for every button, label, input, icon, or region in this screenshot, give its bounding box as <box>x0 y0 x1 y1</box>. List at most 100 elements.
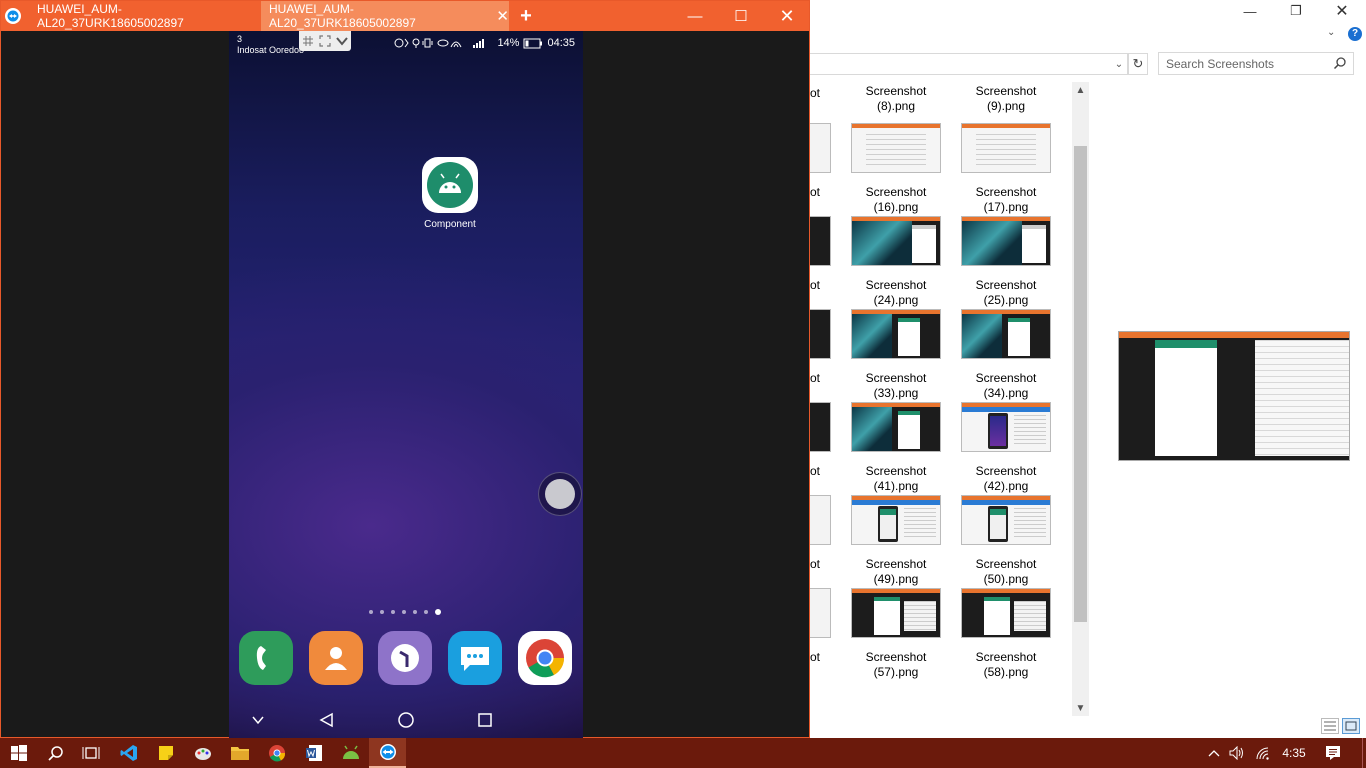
close-button[interactable]: ✕ <box>764 1 810 31</box>
messages-app-icon[interactable] <box>448 631 502 685</box>
start-button[interactable] <box>0 738 37 768</box>
thumbnail-image <box>851 309 941 359</box>
partial-thumbnail[interactable] <box>810 495 831 545</box>
explorer-restore-button[interactable]: ❐ <box>1273 0 1319 22</box>
page-dot[interactable] <box>391 610 395 614</box>
file-name-line2: (41).png <box>873 479 919 493</box>
teamviewer-logo-icon <box>5 8 21 24</box>
volume-button[interactable] <box>1227 738 1247 768</box>
show-hidden-icons-button[interactable] <box>1205 738 1223 768</box>
file-name-label: Screenshot (58).png <box>951 650 1061 680</box>
tab-session-1[interactable]: HUAWEI_AUM-AL20_37URK18605002897 <box>27 1 259 31</box>
page-indicator <box>369 609 441 615</box>
file-thumbnail[interactable]: Screenshot (8).png <box>851 24 961 117</box>
maximize-button[interactable]: ☐ <box>718 1 764 31</box>
teamviewer-taskbar-button[interactable] <box>369 738 406 768</box>
file-thumbnail[interactable]: Screenshot (17).png <box>961 123 1071 216</box>
file-thumbnail[interactable]: Screenshot (57).png <box>851 588 961 681</box>
partial-thumbnail[interactable] <box>810 402 831 452</box>
file-name-line2: (33).png <box>873 386 919 400</box>
clock-app-icon[interactable] <box>378 631 432 685</box>
file-thumbnail[interactable]: Screenshot (9).png <box>961 24 1071 117</box>
teamviewer-tool-widget[interactable] <box>299 31 351 51</box>
chrome-taskbar-button[interactable] <box>258 738 295 768</box>
file-thumbnail[interactable]: Screenshot (58).png <box>961 588 1071 681</box>
file-name-line2: (17).png <box>983 200 1029 214</box>
explorer-close-button[interactable]: ✕ <box>1319 0 1365 22</box>
address-dropdown-icon[interactable]: ⌄ <box>1110 53 1128 75</box>
tab-session-2[interactable]: HUAWEI_AUM-AL20_37URK18605002897 ✕ <box>261 1 509 31</box>
action-center-button[interactable] <box>1320 738 1346 768</box>
show-desktop-button[interactable] <box>1362 738 1366 768</box>
search-taskbar-button[interactable] <box>37 738 74 768</box>
file-name-line1: Screenshot <box>865 650 927 664</box>
android-studio-taskbar-button[interactable] <box>332 738 369 768</box>
partial-thumbnail[interactable] <box>810 588 831 638</box>
page-dot[interactable] <box>402 610 406 614</box>
task-view-button[interactable] <box>72 738 109 768</box>
phone-app-icon[interactable] <box>239 631 293 685</box>
vertical-scrollbar[interactable]: ▲ ▼ <box>1072 82 1089 716</box>
nav-home-button[interactable] <box>386 704 426 736</box>
page-dot[interactable] <box>380 610 384 614</box>
tab-close-icon[interactable]: ✕ <box>496 7 509 25</box>
contacts-app-icon[interactable] <box>309 631 363 685</box>
file-thumbnail[interactable]: Screenshot (34).png <box>961 309 1071 402</box>
file-thumbnail[interactable]: Screenshot (25).png <box>961 216 1071 309</box>
search-input[interactable]: Search Screenshots <box>1158 52 1354 75</box>
file-thumbnail[interactable]: Screenshot (42).png <box>961 402 1071 495</box>
vscode-taskbar-button[interactable] <box>110 738 147 768</box>
details-view-button[interactable] <box>1321 718 1339 734</box>
paint-taskbar-button[interactable] <box>184 738 221 768</box>
file-thumbnail[interactable]: Screenshot (49).png <box>851 495 961 588</box>
file-thumbnail[interactable]: Screenshot (41).png <box>851 402 961 495</box>
file-thumbnail[interactable]: Screenshot (16).png <box>851 123 961 216</box>
partial-thumbnail[interactable] <box>810 123 831 173</box>
file-name-label: Screenshot (16).png <box>841 185 951 215</box>
page-dot[interactable] <box>424 610 428 614</box>
large-icons-view-button[interactable] <box>1342 718 1360 734</box>
minimize-button[interactable]: — <box>672 1 718 31</box>
refresh-button[interactable]: ↻ <box>1128 53 1148 75</box>
assistive-touch-button[interactable] <box>538 472 582 516</box>
page-dot[interactable] <box>413 610 417 614</box>
add-tab-button[interactable]: + <box>511 1 541 31</box>
file-thumbnail[interactable]: Screenshot (24).png <box>851 216 961 309</box>
scroll-down-icon[interactable]: ▼ <box>1072 700 1089 716</box>
page-dot[interactable] <box>435 609 441 615</box>
file-explorer-taskbar-button[interactable] <box>221 738 258 768</box>
battery-percent: 14% <box>497 37 520 49</box>
component-app-icon[interactable] <box>422 157 478 213</box>
scroll-up-icon[interactable]: ▲ <box>1072 82 1089 98</box>
ribbon-expand-icon[interactable]: ⌄ <box>1327 27 1335 38</box>
file-name-line2: (25).png <box>983 293 1029 307</box>
thumbnail-image <box>961 402 1051 452</box>
grid-icon[interactable] <box>302 35 314 47</box>
search-icon <box>47 746 63 761</box>
word-taskbar-button[interactable] <box>295 738 332 768</box>
clock[interactable]: 4:35 <box>1278 738 1310 768</box>
teamviewer-window: HUAWEI_AUM-AL20_37URK18605002897 HUAWEI_… <box>0 0 810 738</box>
chevron-down-icon[interactable] <box>336 36 349 46</box>
android-screen[interactable]: 3 Indosat Ooredoo 14% 04:35 Component <box>229 31 583 738</box>
partial-thumbnail[interactable] <box>810 309 831 359</box>
nav-back-button[interactable] <box>307 704 347 736</box>
scrollbar-thumb[interactable] <box>1074 146 1087 622</box>
partial-thumbnail[interactable] <box>810 216 831 266</box>
nav-collapse-button[interactable] <box>238 704 278 736</box>
sticky-notes-taskbar-button[interactable] <box>147 738 184 768</box>
notifications-icon <box>1326 746 1340 760</box>
file-thumbnail[interactable]: Screenshot (50).png <box>961 495 1071 588</box>
file-thumbnail[interactable]: Screenshot (33).png <box>851 309 961 402</box>
fullscreen-icon[interactable] <box>319 35 331 47</box>
help-icon[interactable]: ? <box>1348 27 1362 41</box>
nav-recents-button[interactable] <box>465 704 505 736</box>
chrome-app-icon[interactable] <box>518 631 572 685</box>
explorer-minimize-button[interactable]: — <box>1227 0 1273 22</box>
page-dot[interactable] <box>369 610 373 614</box>
thumbnail-image <box>851 402 941 452</box>
status-time: 04:35 <box>547 37 575 49</box>
network-button[interactable] <box>1253 738 1273 768</box>
thumbnail-image <box>961 495 1051 545</box>
android-nav-bar <box>229 704 583 736</box>
